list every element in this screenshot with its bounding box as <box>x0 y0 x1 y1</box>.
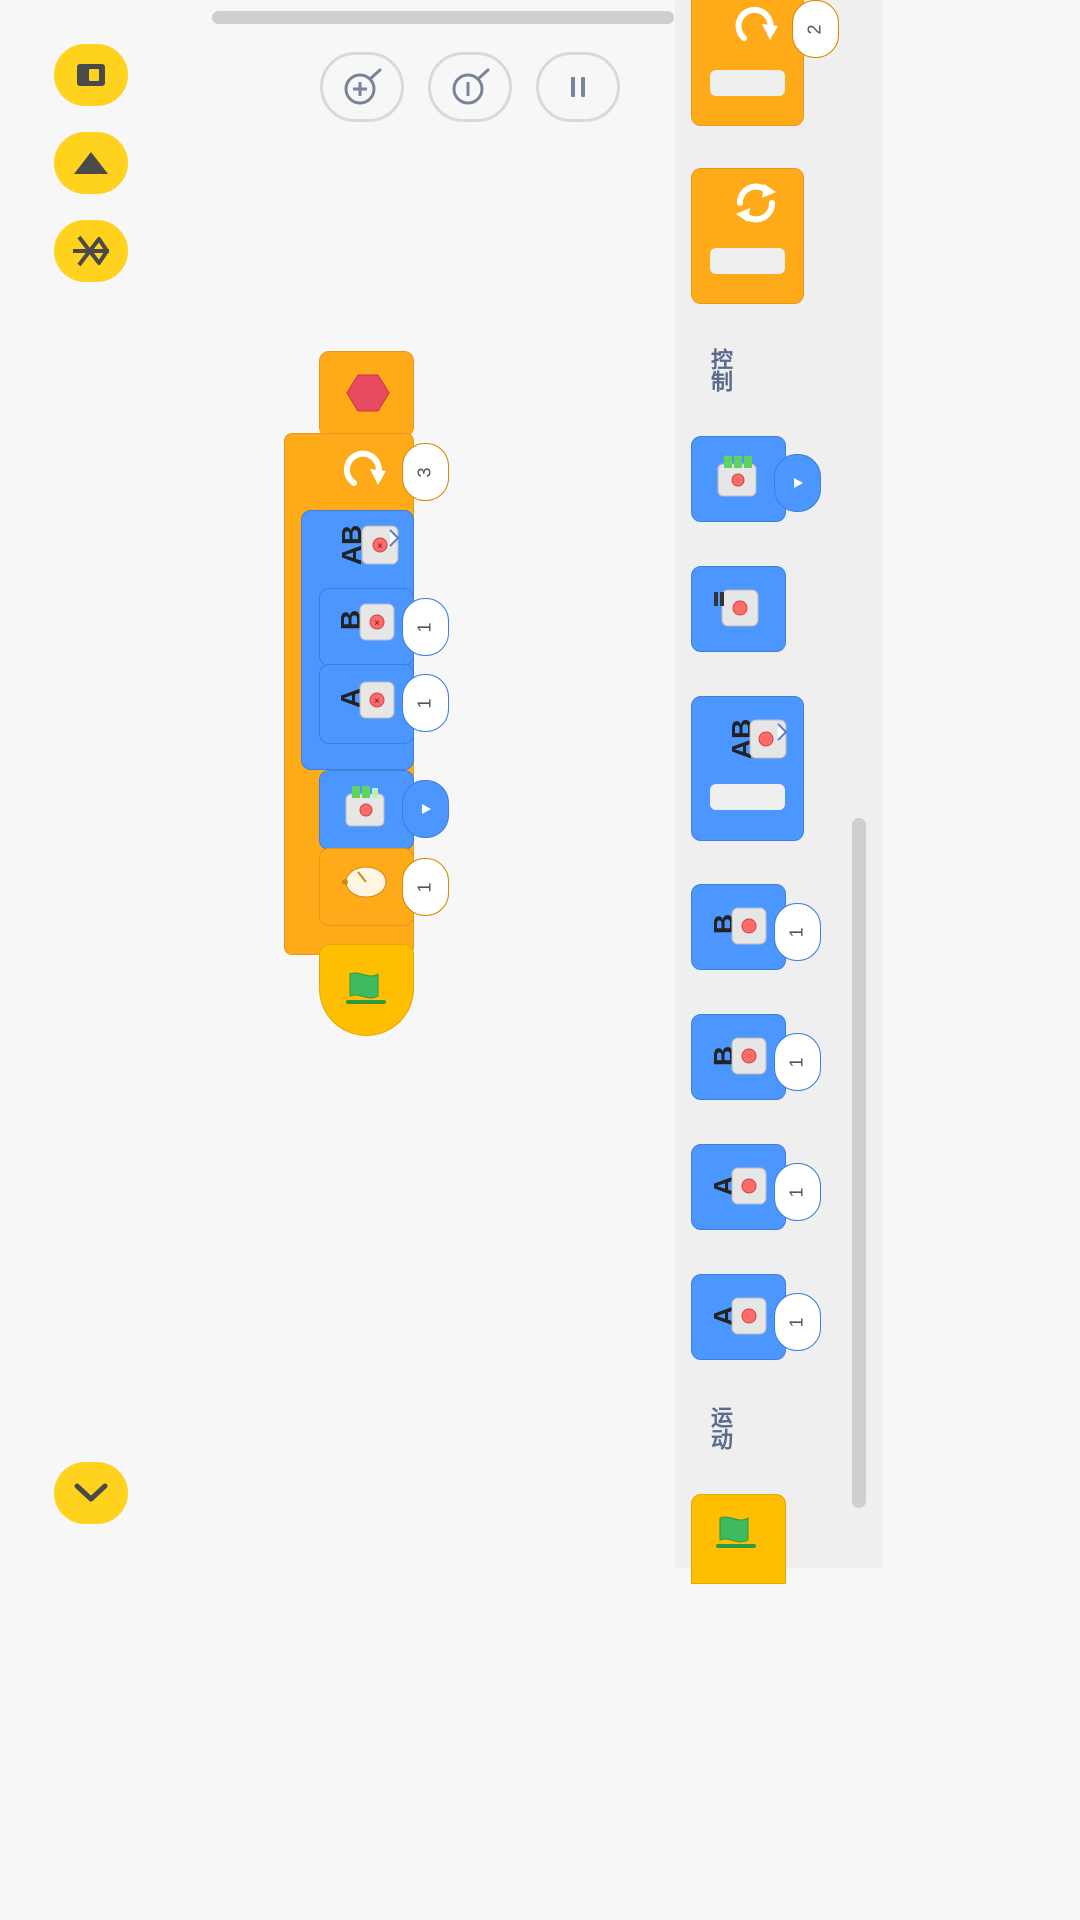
motor-hub-icon: × <box>361 525 400 565</box>
pause-icon <box>571 77 585 97</box>
palette-repeat-gap <box>710 70 785 96</box>
palette-motor-pair-gap <box>710 784 785 810</box>
motor-hub-icon <box>731 1037 767 1075</box>
category-motion-label[interactable]: 运动 <box>700 1398 740 1458</box>
upload-icon <box>74 152 108 174</box>
play-icon <box>421 804 431 814</box>
flag-icon <box>346 972 386 1004</box>
palette-motor-a-forward-value[interactable]: 1 <box>774 1163 821 1221</box>
palette-motor-b-forward-value[interactable]: 1 <box>774 903 821 961</box>
battery-light-icon <box>717 456 757 497</box>
light-color-input[interactable] <box>402 780 449 838</box>
exit-icon <box>77 64 105 86</box>
motor-a-value-input[interactable]: 1 <box>402 674 449 732</box>
zoom-out-button[interactable] <box>428 52 512 122</box>
forever-icon <box>736 183 776 223</box>
svg-text:×: × <box>374 696 380 707</box>
category-control-label[interactable]: 控制 <box>700 340 740 400</box>
palette-motor-a-reverse-value[interactable]: 1 <box>774 1293 821 1351</box>
bluetooth-button[interactable] <box>54 220 128 282</box>
motor-hub-icon: × <box>359 681 395 719</box>
motor-stop-icon <box>714 589 759 627</box>
zoom-in-button[interactable] <box>320 52 404 122</box>
palette-forever-gap <box>710 248 785 274</box>
exit-button[interactable] <box>54 44 128 106</box>
stop-block[interactable] <box>319 351 414 437</box>
motor-hub-icon <box>749 719 788 759</box>
motor-b-value-input[interactable]: 1 <box>402 598 449 656</box>
zoom-out-icon <box>452 68 490 105</box>
play-icon <box>793 478 803 488</box>
motor-hub-icon <box>731 1297 767 1335</box>
collapse-button[interactable] <box>54 1462 128 1524</box>
chevron-down-icon <box>74 1483 108 1502</box>
timer-icon <box>342 866 387 898</box>
motor-hub-icon <box>731 1167 767 1205</box>
pause-button[interactable] <box>536 52 620 122</box>
repeat-icon <box>340 445 390 495</box>
upload-button[interactable] <box>54 132 128 194</box>
battery-light-icon <box>345 786 385 827</box>
palette-light-color[interactable] <box>774 454 821 512</box>
repeat-icon <box>735 6 778 41</box>
flag-icon <box>716 1516 756 1548</box>
svg-text:×: × <box>374 618 380 629</box>
svg-text:×: × <box>377 541 383 552</box>
zoom-in-icon <box>344 68 382 105</box>
palette-scrollbar[interactable] <box>852 818 866 1508</box>
stop-icon <box>346 374 390 412</box>
motor-hub-icon: × <box>359 603 395 641</box>
horizontal-scrollbar[interactable] <box>212 11 674 24</box>
repeat-count-input[interactable]: 3 <box>402 443 449 501</box>
palette-repeat-count[interactable]: 2 <box>792 0 839 58</box>
bluetooth-icon <box>73 235 109 267</box>
palette-motor-b-reverse-value[interactable]: 1 <box>774 1033 821 1091</box>
wait-value-input[interactable]: 1 <box>402 858 449 916</box>
motor-hub-icon <box>731 907 767 945</box>
